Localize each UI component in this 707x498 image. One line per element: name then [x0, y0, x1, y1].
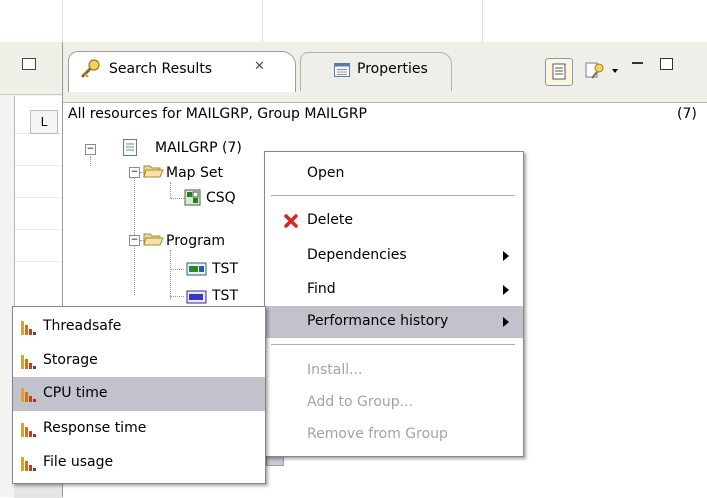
bar-chart-icon: [21, 456, 37, 471]
tab-properties-label: Properties: [357, 61, 428, 77]
menu-item-remove-from-group[interactable]: Remove from Group: [265, 419, 523, 451]
grid-line: [15, 229, 62, 230]
submenu-item-response-time[interactable]: Response time: [13, 412, 265, 446]
menu-item-find[interactable]: Find: [265, 274, 523, 306]
menu-item-open[interactable]: Open: [265, 158, 523, 190]
show-list-button[interactable]: [545, 58, 573, 86]
results-header: All resources for MAILGRP, Group MAILGRP: [68, 106, 367, 122]
submenu-arrow-icon: [503, 317, 509, 327]
menu-item-label: Install...: [307, 362, 363, 378]
submenu-item-file-usage[interactable]: File usage: [13, 446, 265, 480]
performance-history-submenu: Threadsafe Storage CPU time Response tim…: [12, 306, 266, 484]
submenu-item-cpu-time[interactable]: CPU time: [13, 377, 265, 411]
document-list-icon: [552, 63, 566, 80]
tree-line: [170, 269, 184, 270]
tree-line: [170, 296, 184, 297]
delete-icon: [284, 214, 298, 228]
submenu-item-label: File usage: [43, 454, 114, 470]
program-icon: [186, 262, 207, 276]
tree-line: [90, 156, 91, 166]
minimize-view-icon[interactable]: [632, 62, 643, 64]
tree-node-label[interactable]: TST: [212, 288, 238, 304]
tree-line: [170, 250, 171, 300]
collapse-toggle[interactable]: −: [129, 167, 140, 178]
menu-item-label: Remove from Group: [307, 426, 448, 442]
tree-node-label[interactable]: CSQ: [206, 190, 236, 206]
grid-line: [15, 165, 62, 166]
results-count: (7): [677, 106, 697, 122]
menu-item-label: Find: [307, 281, 336, 297]
menu-item-label: Open: [307, 165, 345, 181]
maximize-view-icon[interactable]: [660, 58, 673, 70]
search-history-icon[interactable]: [582, 58, 608, 84]
submenu-item-threadsafe[interactable]: Threadsafe: [13, 310, 265, 344]
folder-open-icon: [143, 233, 164, 246]
menu-item-dependencies[interactable]: Dependencies: [265, 240, 523, 272]
bar-chart-icon: [21, 422, 37, 437]
collapse-toggle[interactable]: −: [129, 235, 140, 246]
left-column-header[interactable]: L: [30, 110, 58, 134]
context-menu: Open Delete Dependencies Find Performanc…: [264, 151, 524, 457]
menu-item-add-to-group[interactable]: Add to Group...: [265, 387, 523, 419]
submenu-item-label: Response time: [43, 420, 147, 436]
map-set-icon: [184, 189, 201, 206]
tree-line: [170, 182, 171, 198]
submenu-item-label: Storage: [43, 352, 98, 368]
menu-item-label: Dependencies: [307, 247, 407, 263]
tree-node-label[interactable]: Program: [166, 233, 225, 249]
bar-chart-icon: [21, 354, 37, 369]
menu-item-label: Add to Group...: [307, 394, 414, 410]
tab-search-results-label: Search Results: [109, 61, 213, 77]
submenu-arrow-icon: [503, 285, 509, 295]
submenu-item-label: Threadsafe: [43, 318, 122, 334]
close-tab-icon[interactable]: ✕: [254, 59, 265, 74]
menu-separator: [271, 344, 515, 345]
bar-chart-icon: [21, 320, 37, 335]
group-document-icon: [123, 139, 137, 156]
folder-open-icon: [143, 165, 164, 178]
menu-item-install[interactable]: Install...: [265, 355, 523, 387]
editor-area-top: [0, 0, 707, 43]
menu-item-performance-history[interactable]: Performance history: [265, 306, 523, 338]
menu-item-label: Delete: [307, 212, 353, 228]
grid-line: [15, 197, 62, 198]
tree-line: [170, 198, 184, 199]
dropdown-arrow-icon[interactable]: [612, 69, 618, 73]
collapse-toggle[interactable]: −: [85, 144, 96, 155]
properties-icon: [334, 63, 350, 77]
submenu-item-storage[interactable]: Storage: [13, 344, 265, 378]
grid-line: [15, 261, 62, 262]
tree-root-label[interactable]: MAILGRP (7): [155, 140, 242, 156]
menu-item-delete[interactable]: Delete: [265, 205, 523, 237]
tree-node-label[interactable]: TST: [212, 261, 238, 277]
menu-separator: [271, 195, 515, 196]
tree-node-label[interactable]: Map Set: [166, 165, 223, 181]
program-icon: [186, 290, 207, 304]
bar-chart-icon: [21, 387, 37, 402]
menu-item-label: Performance history: [307, 313, 449, 329]
minimize-button[interactable]: [22, 58, 36, 70]
submenu-item-label: CPU time: [43, 385, 108, 401]
search-results-icon: [81, 59, 100, 78]
submenu-arrow-icon: [503, 251, 509, 261]
